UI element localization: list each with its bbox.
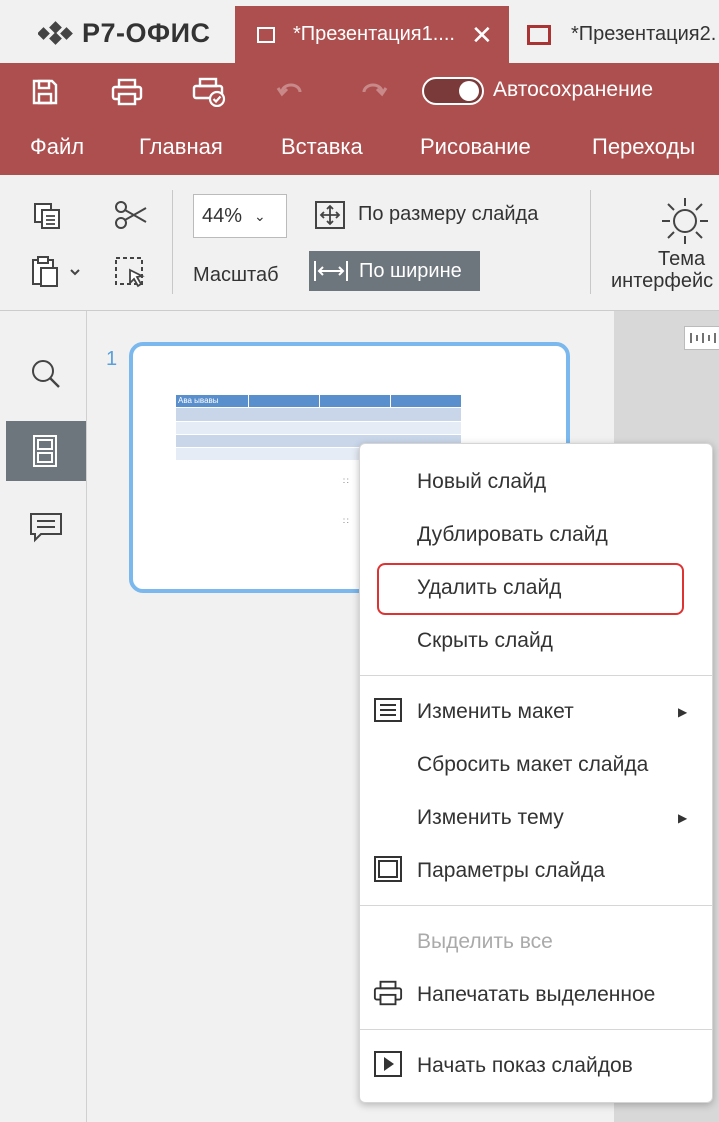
- menu-item-start-slideshow[interactable]: Начать показ слайдов: [417, 1054, 633, 1078]
- slides-icon: [33, 435, 57, 467]
- menu-file[interactable]: Файл: [30, 134, 84, 160]
- highlight-frame: [377, 563, 684, 615]
- play-icon: [373, 1051, 403, 1077]
- theme-label-line2: интерфейс: [611, 270, 714, 292]
- menu-item-reset-layout[interactable]: Сбросить макет слайда: [417, 753, 648, 777]
- autosave-toggle[interactable]: [422, 77, 484, 105]
- app-logo: Р7-ОФИС: [38, 14, 210, 52]
- theme-sun-icon[interactable]: [660, 196, 710, 251]
- tab-label: *Презентация2.: [571, 23, 717, 45]
- menu-item-select-all: Выделить все: [417, 930, 553, 953]
- select-all-icon[interactable]: [114, 256, 148, 295]
- slide-placeholder: ∷: [343, 516, 349, 526]
- fit-slide-icon[interactable]: [314, 200, 346, 235]
- menu-item-print-selection[interactable]: Напечатать выделенное: [417, 983, 655, 1007]
- paste-icon[interactable]: [31, 256, 83, 293]
- quick-print-icon[interactable]: [192, 75, 226, 109]
- fit-width-icon: [314, 261, 348, 281]
- zoom-select[interactable]: 44% ⌄: [193, 194, 287, 238]
- tab-presentation-1[interactable]: *Презентация1.... ✕: [235, 6, 509, 63]
- copy-icon[interactable]: [33, 202, 63, 235]
- menu-item-hide-slide[interactable]: Скрыть слайд: [417, 629, 553, 653]
- tab-presentation-2[interactable]: *Презентация2.: [515, 6, 719, 63]
- table-header-cell: Ава ывавы: [176, 395, 249, 407]
- theme-interface-button[interactable]: Тема интерфейс: [611, 248, 719, 292]
- menu-divider: [360, 1029, 712, 1030]
- toggle-knob: [459, 81, 479, 101]
- print-icon[interactable]: [110, 75, 144, 109]
- comments-icon[interactable]: [29, 512, 63, 549]
- slide-settings-icon: [373, 856, 403, 882]
- menu-home[interactable]: Главная: [139, 134, 223, 160]
- scale-label: Масштаб: [193, 264, 279, 286]
- menu-item-new-slide[interactable]: Новый слайд: [417, 470, 546, 494]
- redo-icon[interactable]: [356, 75, 390, 109]
- theme-label-line1: Тема: [658, 248, 706, 270]
- fit-width-button[interactable]: По ширине: [309, 251, 480, 291]
- print-icon: [373, 980, 403, 1006]
- zoom-value: 44%: [202, 204, 243, 227]
- cut-icon[interactable]: [114, 200, 148, 235]
- layout-icon: [373, 697, 403, 723]
- presentation-icon: [257, 26, 275, 43]
- search-icon[interactable]: [30, 358, 62, 395]
- ribbon-divider: [172, 190, 173, 294]
- ribbon-divider: [590, 190, 591, 294]
- menu-insert[interactable]: Вставка: [281, 134, 363, 160]
- undo-icon[interactable]: [274, 75, 308, 109]
- fit-slide-button[interactable]: По размеру слайда: [358, 203, 538, 226]
- menu-item-duplicate-slide[interactable]: Дублировать слайд: [417, 523, 608, 547]
- logo-icon: [38, 21, 73, 45]
- menu-divider: [360, 675, 712, 676]
- chevron-down-icon: ⌄: [254, 207, 266, 224]
- submenu-arrow-icon: ▶: [678, 811, 688, 825]
- menu-item-change-layout[interactable]: Изменить макет: [417, 700, 574, 724]
- menu-item-slide-settings[interactable]: Параметры слайда: [417, 859, 605, 883]
- menu-transitions[interactable]: Переходы: [592, 134, 695, 160]
- close-icon[interactable]: ✕: [471, 22, 493, 48]
- ruler: [684, 326, 719, 350]
- menu-item-change-theme[interactable]: Изменить тему: [417, 806, 564, 830]
- submenu-arrow-icon: ▶: [678, 705, 688, 719]
- slide-placeholder: ∷: [343, 476, 349, 486]
- tab-label: *Презентация1....: [293, 23, 455, 45]
- menu-divider: [360, 905, 712, 906]
- fit-width-label: По ширине: [359, 259, 462, 282]
- context-menu: Новый слайд Дублировать слайд Удалить сл…: [359, 443, 713, 1103]
- slide-number: 1: [106, 348, 118, 370]
- slides-panel-button[interactable]: [6, 421, 86, 481]
- autosave-label: Автосохранение: [493, 78, 654, 101]
- menu-draw[interactable]: Рисование: [420, 134, 531, 160]
- logo-text: Р7-ОФИС: [82, 17, 211, 48]
- presentation-icon: [527, 24, 551, 45]
- save-icon[interactable]: [28, 75, 62, 109]
